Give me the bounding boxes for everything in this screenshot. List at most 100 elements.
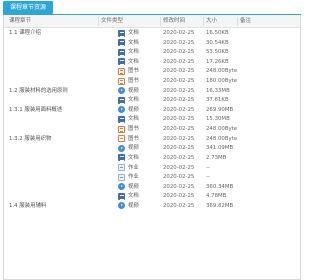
file-type-link[interactable]: 文档 bbox=[128, 47, 139, 57]
table-row[interactable]: 文档 2020-02-25 30.54KB bbox=[4, 38, 300, 48]
table-row[interactable]: 文档 2020-02-25 4.78MB bbox=[4, 191, 300, 201]
document-icon[interactable] bbox=[118, 29, 125, 37]
file-type-link[interactable]: 文档 bbox=[128, 57, 139, 67]
file-type-link[interactable]: 图书 bbox=[128, 124, 139, 134]
document-icon[interactable] bbox=[118, 115, 125, 123]
file-type-link[interactable]: 文档 bbox=[128, 114, 139, 124]
file-type-link[interactable]: 视频 bbox=[128, 201, 139, 211]
table-row[interactable]: 文档 2020-02-25 17.26KB bbox=[4, 57, 300, 67]
document-icon[interactable] bbox=[118, 96, 125, 104]
modified-date: 2020-02-25 bbox=[163, 126, 195, 133]
file-size: 17.26KB bbox=[206, 58, 229, 65]
file-type-link[interactable]: 文档 bbox=[128, 28, 139, 38]
file-type-link[interactable]: 视频 bbox=[128, 86, 139, 96]
modified-date: 2020-02-25 bbox=[163, 49, 195, 56]
file-type-link[interactable]: 视频 bbox=[128, 182, 139, 192]
video-icon[interactable] bbox=[118, 183, 125, 191]
table-row[interactable]: 文档 2020-02-25 37.61KB bbox=[4, 95, 300, 105]
file-size: 2.73MB bbox=[206, 154, 227, 161]
modified-date: 2020-02-25 bbox=[163, 39, 195, 46]
book-icon[interactable] bbox=[118, 67, 125, 75]
table-row[interactable]: 图书 2020-02-25 248.00Byte bbox=[4, 66, 300, 76]
file-type-link[interactable]: 文档 bbox=[128, 38, 139, 48]
modified-date: 2020-02-25 bbox=[163, 106, 195, 113]
table-row[interactable]: 文档 2020-02-25 53.50KB bbox=[4, 47, 300, 57]
resource-table: 课程章节 文件类型 修改时间 大小 备注 1.1 课程介绍 文档 2020-02-2… bbox=[3, 15, 301, 280]
header-file-type[interactable]: 文件类型 bbox=[101, 15, 123, 28]
modified-date: 2020-02-25 bbox=[163, 135, 195, 142]
file-size: 180.00Byte bbox=[206, 78, 238, 85]
file-type-link[interactable]: 图书 bbox=[128, 66, 139, 76]
table-row[interactable]: 1.4 服装用辅料 视频 2020-02-25 369.82MB bbox=[4, 201, 300, 211]
file-size: 269.90MB bbox=[206, 106, 234, 113]
file-size: 248.00Byte bbox=[206, 135, 238, 142]
table-body: 1.1 课程介绍 文档 2020-02-25 16.50KB 文档 2020-02-25 3… bbox=[4, 28, 300, 211]
modified-date: 2020-02-25 bbox=[163, 116, 195, 123]
table-header: 课程章节 文件类型 修改时间 大小 备注 bbox=[4, 15, 300, 28]
file-type-link[interactable]: 视频 bbox=[128, 143, 139, 153]
book-icon[interactable] bbox=[118, 135, 125, 143]
modified-date: 2020-02-25 bbox=[163, 154, 195, 161]
table-row[interactable]: 视频 2020-02-25 360.34MB bbox=[4, 182, 300, 192]
file-type-link[interactable]: 文档 bbox=[128, 191, 139, 201]
file-type-link[interactable]: 作业 bbox=[128, 172, 139, 182]
document-icon[interactable] bbox=[118, 39, 125, 47]
modified-date: 2020-02-25 bbox=[163, 68, 195, 75]
header-divider bbox=[203, 17, 204, 26]
file-size: 30.54KB bbox=[206, 39, 229, 46]
file-size: -- bbox=[206, 164, 210, 171]
homework-icon[interactable] bbox=[118, 173, 125, 181]
file-type-link[interactable]: 视频 bbox=[128, 105, 139, 115]
modified-date: 2020-02-25 bbox=[163, 58, 195, 65]
header-note: 备注 bbox=[240, 18, 252, 24]
homework-icon[interactable] bbox=[118, 164, 125, 172]
table-row[interactable]: 文档 2020-02-25 2.73MB bbox=[4, 153, 300, 163]
file-size: 37.61KB bbox=[206, 97, 229, 104]
file-size: -- bbox=[206, 174, 210, 181]
table-row[interactable]: 视频 2020-02-25 341.09MB bbox=[4, 143, 300, 153]
file-size: 248.00Byte bbox=[206, 68, 238, 75]
table-row[interactable]: 作业 2020-02-25 -- bbox=[4, 172, 300, 182]
file-type-link[interactable]: 文档 bbox=[128, 95, 139, 105]
table-row[interactable]: 1.3.2 服装用织物 图书 2020-02-25 248.00Byte bbox=[4, 134, 300, 144]
document-icon[interactable] bbox=[118, 58, 125, 66]
book-icon[interactable] bbox=[118, 125, 125, 133]
modified-date: 2020-02-25 bbox=[163, 87, 195, 94]
file-size: 15.30MB bbox=[206, 116, 230, 123]
document-icon[interactable] bbox=[118, 192, 125, 200]
table-row[interactable]: 图书 2020-02-25 180.00Byte bbox=[4, 76, 300, 86]
modified-date: 2020-02-25 bbox=[163, 202, 195, 209]
chapter-label: 1.2 服装材料的选用原则 bbox=[9, 87, 68, 94]
table-row[interactable]: 1.2 服装材料的选用原则 视频 2020-02-25 16.33MB bbox=[4, 86, 300, 96]
file-type-link[interactable]: 文档 bbox=[128, 153, 139, 163]
book-icon[interactable] bbox=[118, 77, 125, 85]
header-divider bbox=[160, 17, 161, 26]
table-row[interactable]: 1.3.1 服装用面料概述 视频 2020-02-25 269.90MB bbox=[4, 105, 300, 115]
video-icon[interactable] bbox=[118, 202, 125, 210]
modified-date: 2020-02-25 bbox=[163, 193, 195, 200]
video-icon[interactable] bbox=[118, 144, 125, 152]
video-icon[interactable] bbox=[118, 87, 125, 95]
file-type-link[interactable]: 作业 bbox=[128, 163, 139, 173]
chapter-label: 1.3.2 服装用织物 bbox=[9, 135, 52, 142]
file-type-link[interactable]: 图书 bbox=[128, 134, 139, 144]
header-chapter[interactable]: 课程章节 bbox=[9, 15, 31, 28]
chapter-label: 1.1 课程介绍 bbox=[9, 30, 41, 36]
file-size: 341.09MB bbox=[206, 145, 234, 152]
table-row[interactable]: 文档 2020-02-25 15.30MB bbox=[4, 114, 300, 124]
document-icon[interactable] bbox=[118, 154, 125, 162]
header-divider bbox=[237, 17, 238, 26]
table-row[interactable]: 1.1 课程介绍 文档 2020-02-25 16.50KB bbox=[4, 28, 300, 38]
file-size: 4.78MB bbox=[206, 193, 227, 200]
header-date[interactable]: 修改时间 bbox=[163, 15, 185, 28]
table-row[interactable]: 作业 2020-02-25 -- bbox=[4, 163, 300, 173]
table-row[interactable]: 图书 2020-02-25 248.00Byte bbox=[4, 124, 300, 134]
video-icon[interactable] bbox=[118, 106, 125, 114]
file-type-link[interactable]: 图书 bbox=[128, 76, 139, 86]
document-icon[interactable] bbox=[118, 48, 125, 56]
header-divider bbox=[98, 17, 99, 26]
file-size: 16.33MB bbox=[206, 87, 230, 94]
header-size[interactable]: 大小 bbox=[206, 15, 217, 28]
modified-date: 2020-02-25 bbox=[163, 97, 195, 104]
modified-date: 2020-02-25 bbox=[163, 183, 195, 190]
